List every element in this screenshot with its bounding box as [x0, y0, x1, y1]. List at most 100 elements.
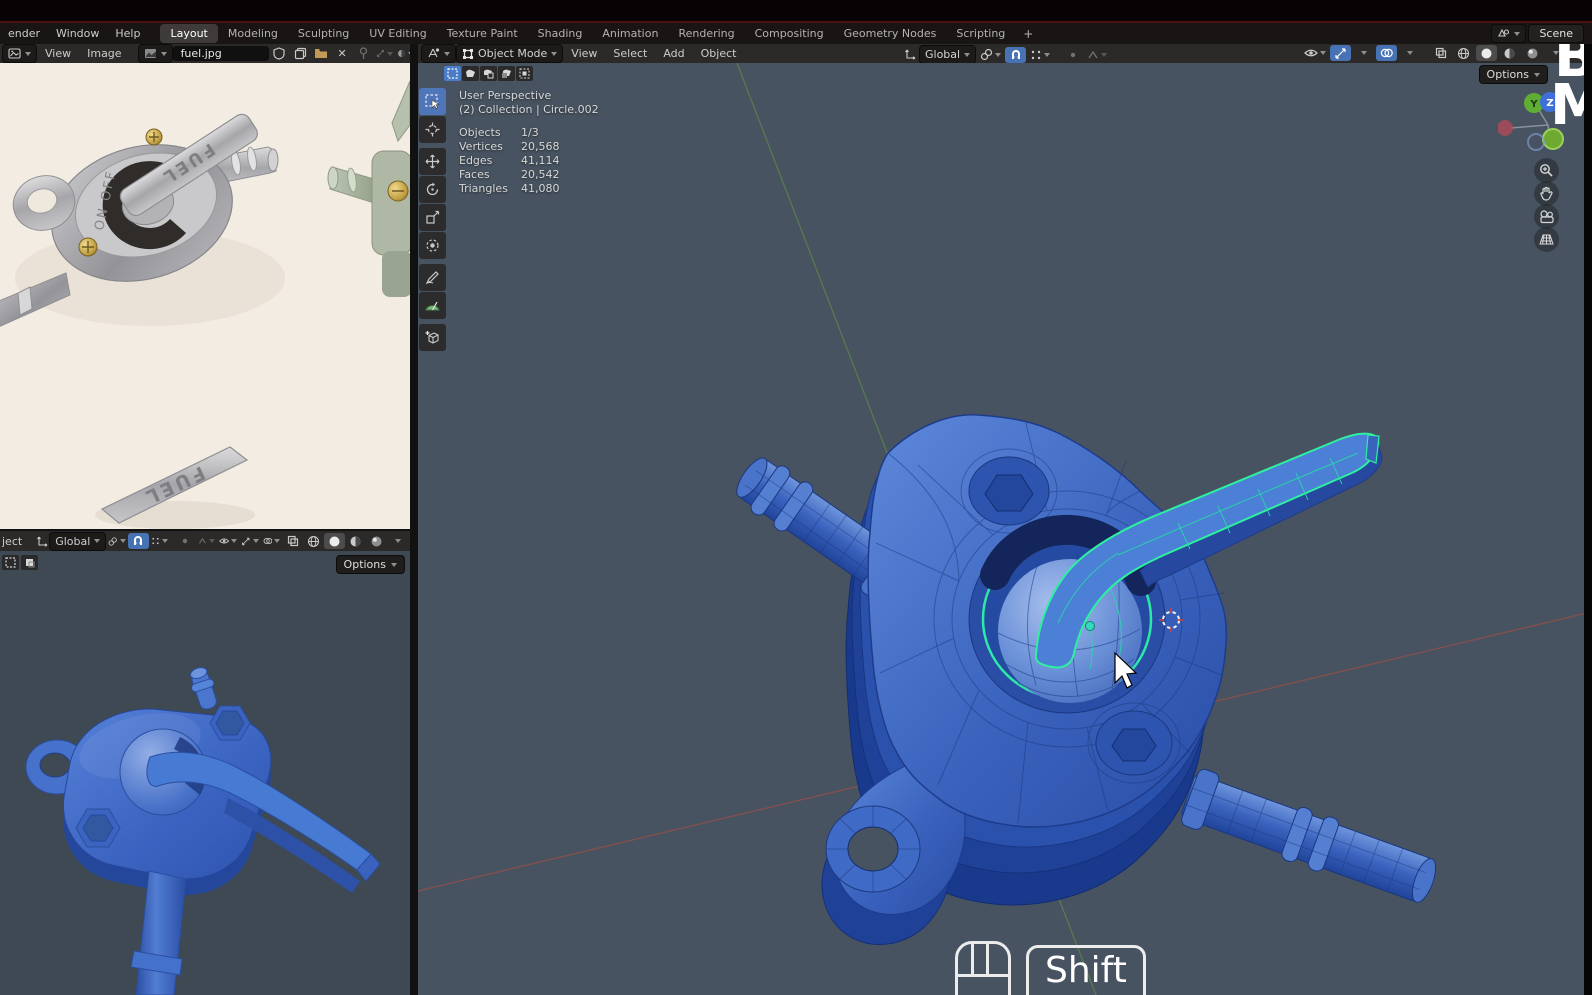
viewport-menu-object[interactable]: Object	[693, 44, 745, 64]
tool-measure-button[interactable]	[419, 292, 446, 319]
snap-target-button[interactable]	[106, 533, 127, 549]
xray-button[interactable]	[282, 533, 303, 549]
image-editor-menu-view[interactable]: View	[37, 43, 79, 64]
proportional-edit-button[interactable]	[175, 533, 196, 549]
shading-material-button[interactable]	[345, 533, 366, 549]
orientation-dropdown[interactable]: Global	[49, 531, 107, 551]
tool-transform-button[interactable]	[419, 232, 446, 259]
secondary-viewport-header: ject Global	[0, 531, 410, 551]
image-gizmo-button[interactable]	[374, 46, 395, 62]
tool-scale-button[interactable]	[419, 204, 446, 231]
falloff-button[interactable]	[196, 533, 217, 549]
tab-sculpting[interactable]: Sculpting	[288, 24, 359, 43]
mode-dropdown[interactable]: Object Mode	[456, 44, 564, 63]
shading-wireframe-button[interactable]	[1453, 45, 1474, 61]
select-mode-row	[444, 66, 533, 81]
select-mode-icon[interactable]	[21, 555, 38, 570]
scene-name[interactable]: Scene	[1528, 24, 1584, 43]
proportional-edit-button[interactable]	[1062, 47, 1083, 63]
gizmos-button[interactable]	[1330, 45, 1351, 61]
gizmos-button[interactable]	[239, 533, 260, 549]
select-mode-new-button[interactable]	[444, 66, 461, 81]
tool-annotate-button[interactable]	[419, 264, 446, 291]
editor-type-button[interactable]	[2, 44, 37, 63]
snap-with-button[interactable]	[149, 533, 170, 549]
fake-user-button[interactable]	[269, 46, 290, 62]
tool-cursor-button[interactable]	[419, 116, 446, 143]
visibility-button[interactable]	[217, 533, 239, 549]
scene-selector[interactable]	[1491, 24, 1527, 43]
tab-geometry-nodes[interactable]: Geometry Nodes	[834, 24, 947, 43]
tab-texture-paint[interactable]: Texture Paint	[437, 24, 528, 43]
shading-wireframe-button[interactable]	[303, 533, 324, 549]
snap-toggle-button[interactable]	[1005, 46, 1027, 63]
visibility-button[interactable]	[1302, 45, 1328, 61]
shading-rendered-icon	[1527, 48, 1538, 58]
tab-shading[interactable]: Shading	[528, 24, 593, 43]
select-mode-icon[interactable]	[2, 555, 19, 570]
snap-target-button[interactable]	[978, 47, 1003, 63]
tab-modeling[interactable]: Modeling	[218, 24, 288, 43]
snap-with-button[interactable]	[1028, 47, 1052, 63]
chevron-down-icon	[391, 562, 397, 567]
tool-rotate-button[interactable]	[419, 176, 446, 203]
tab-animation[interactable]: Animation	[592, 24, 668, 43]
image-editor-canvas[interactable]: ON OFF FUEL FUEL	[0, 63, 410, 529]
gizmo-x-pos[interactable]	[1527, 133, 1545, 151]
viewport-menu-select[interactable]: Select	[605, 44, 655, 64]
view-perspective-label: User Perspective	[459, 89, 552, 102]
editor-type-button[interactable]	[421, 44, 456, 63]
pan-button[interactable]	[1534, 181, 1559, 206]
tab-compositing[interactable]: Compositing	[745, 24, 834, 43]
gizmos-dropdown[interactable]	[1353, 45, 1374, 61]
pin-button[interactable]	[353, 46, 374, 62]
secondary-options-button[interactable]: Options	[335, 555, 405, 574]
select-mode-invert-button[interactable]	[498, 66, 515, 81]
select-mode-subtract-button[interactable]	[480, 66, 497, 81]
shading-rendered-button[interactable]	[366, 533, 387, 549]
tab-uv-editing[interactable]: UV Editing	[359, 24, 436, 43]
overlays-button[interactable]	[1376, 45, 1397, 61]
camera-view-button[interactable]	[1534, 204, 1559, 229]
menu-object-clipped[interactable]: ject	[0, 531, 30, 552]
gizmo-x-neg[interactable]	[1498, 120, 1513, 136]
overlays-dropdown[interactable]	[1399, 45, 1420, 61]
menu-help[interactable]: Help	[107, 23, 148, 44]
tab-rendering[interactable]: Rendering	[668, 24, 744, 43]
tool-move-button[interactable]	[419, 148, 446, 175]
image-browse-button[interactable]	[137, 44, 173, 63]
tab-layout[interactable]: Layout	[160, 24, 218, 43]
viewport-menu-add[interactable]: Add	[655, 44, 692, 64]
select-mode-extend-button[interactable]	[462, 66, 479, 81]
area-divider[interactable]	[410, 44, 418, 995]
zoom-button[interactable]	[1534, 158, 1559, 183]
overlays-button[interactable]	[261, 533, 282, 549]
tool-add-cube-button[interactable]	[419, 324, 446, 351]
shading-rendered-button[interactable]	[1522, 45, 1543, 61]
xray-button[interactable]	[1430, 45, 1451, 61]
viewport-menu-view[interactable]: View	[563, 44, 605, 64]
secondary-viewport-canvas[interactable]: Options	[0, 551, 410, 995]
shading-material-button[interactable]	[1499, 45, 1520, 61]
shading-dropdown-button[interactable]	[387, 533, 408, 549]
open-image-button[interactable]	[311, 46, 332, 62]
image-editor-menu-image[interactable]: Image	[79, 43, 129, 64]
add-workspace-button[interactable]: +	[1015, 27, 1041, 41]
unlink-image-button[interactable]: ✕	[332, 46, 353, 62]
main-viewport-canvas[interactable]: User Perspective (2) Collection | Circle…	[418, 63, 1592, 995]
falloff-button[interactable]	[1085, 47, 1109, 63]
perspective-toggle-button[interactable]	[1534, 227, 1559, 252]
main-options-button[interactable]: Options	[1478, 65, 1548, 84]
tab-scripting[interactable]: Scripting	[946, 24, 1015, 43]
shading-solid-button[interactable]	[324, 533, 345, 549]
select-mode-intersect-button[interactable]	[516, 66, 533, 81]
menu-render-clipped[interactable]: ender	[0, 23, 48, 44]
snap-toggle-button[interactable]	[127, 533, 149, 549]
orientation-dropdown[interactable]: Global	[919, 45, 977, 64]
menu-window[interactable]: Window	[48, 23, 107, 44]
tool-select-box-button[interactable]	[419, 88, 446, 115]
shading-solid-button[interactable]	[1476, 45, 1497, 61]
gizmos-icon	[1335, 47, 1346, 59]
new-image-button[interactable]	[290, 46, 311, 62]
image-name-field[interactable]: fuel.jpg	[172, 46, 269, 61]
